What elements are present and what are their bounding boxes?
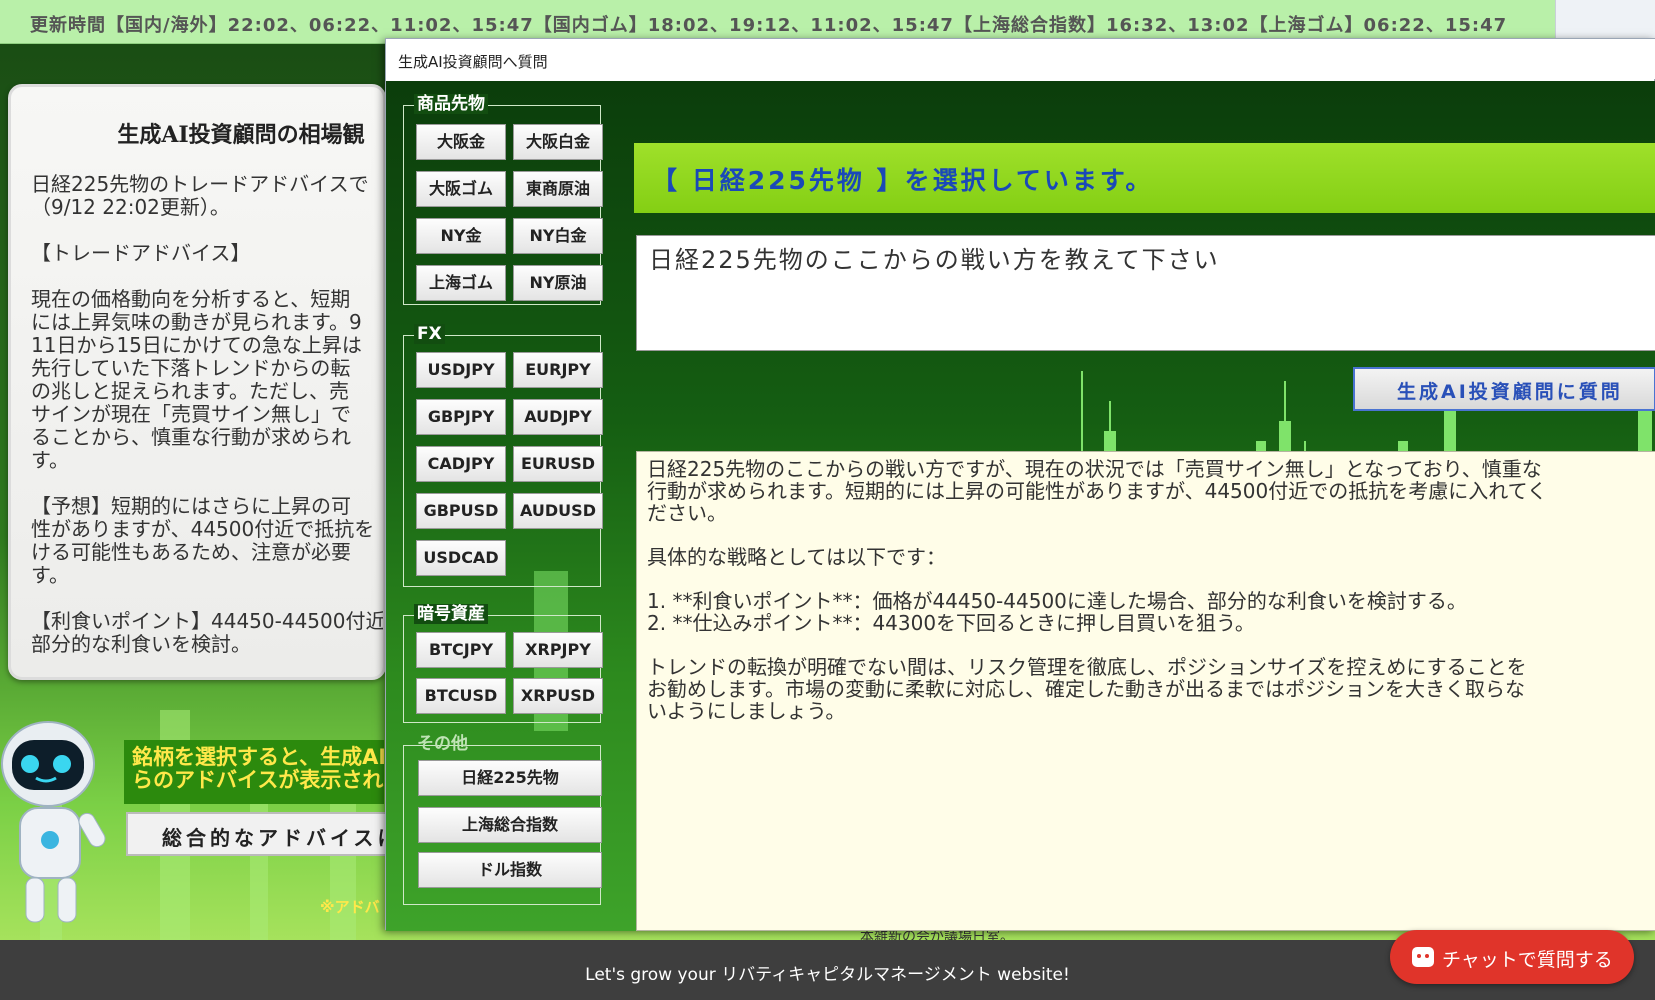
market-view-body: 日経225先物のトレードアドバイスで （9/12 22:02更新）。 【トレード… (31, 172, 386, 656)
symbol-button-shanghai-rubber[interactable]: 上海ゴム (416, 265, 506, 301)
symbol-button-ny-gold[interactable]: NY金 (416, 218, 506, 254)
advice-note: ※アドバ (320, 898, 380, 916)
symbol-button-tocom-crude[interactable]: 東商原油 (513, 171, 603, 207)
symbol-button-xrpjpy[interactable]: XRPJPY (513, 632, 603, 668)
symbol-button-xrpusd[interactable]: XRPUSD (513, 678, 603, 714)
symbol-button-usdcad[interactable]: USDCAD (416, 540, 506, 576)
symbol-button-usdjpy[interactable]: USDJPY (416, 352, 506, 388)
chatbot-icon (1412, 947, 1434, 967)
symbol-button-cadjpy[interactable]: CADJPY (416, 446, 506, 482)
market-view-card: 生成AI投資顧問の相場観 日経225先物のトレードアドバイスで （9/12 22… (8, 84, 386, 680)
symbol-button-osaka-rubber[interactable]: 大阪ゴム (416, 171, 506, 207)
commodities-group: 商品先物 大阪金 大阪白金 大阪ゴム 東商原油 NY金 NY白金 上海ゴム NY… (403, 94, 603, 305)
symbol-button-gbpjpy[interactable]: GBPJPY (416, 399, 506, 435)
symbol-button-nikkei225[interactable]: 日経225先物 (418, 760, 602, 796)
symbol-button-ny-crude[interactable]: NY原油 (513, 265, 603, 301)
symbol-button-btcusd[interactable]: BTCUSD (416, 678, 506, 714)
symbol-button-audusd[interactable]: AUDUSD (513, 493, 603, 529)
crypto-group-label: 暗号資産 (414, 604, 488, 624)
fx-group: FX USDJPY EURJPY GBPJPY AUDJPY CADJPY EU… (403, 324, 603, 587)
symbol-button-audjpy[interactable]: AUDJPY (513, 399, 603, 435)
market-view-title: 生成AI投資顧問の相場観 (117, 122, 365, 148)
symbol-button-gbpusd[interactable]: GBPUSD (416, 493, 506, 529)
dialog-title: 生成AI投資顧問へ質問 (398, 53, 548, 71)
selected-symbol-text: 【 日経225先物 】を選択しています。 (652, 166, 1154, 195)
other-group: その他 日経225先物 上海総合指数 ドル指数 (403, 734, 602, 905)
symbol-button-shanghai-composite[interactable]: 上海総合指数 (418, 807, 602, 843)
select-instruction-banner: 銘柄を選択すると、生成AI らのアドバイスが表示されま (124, 740, 384, 804)
symbol-button-osaka-platinum[interactable]: 大阪白金 (513, 124, 603, 160)
ticker-text: 更新時間【国内/海外】22:02、06:22、11:02、15:47【国内ゴム】… (30, 15, 1508, 36)
symbol-button-ny-platinum[interactable]: NY白金 (513, 218, 603, 254)
chat-button-label: チャットで質問する (1442, 949, 1613, 971)
ask-ai-advisor-dialog: 生成AI投資顧問へ質問 商品先物 大阪金 大阪白金 大阪ゴム 東商原油 NY金 … (385, 38, 1655, 931)
other-group-label: その他 (417, 734, 468, 754)
fx-group-label: FX (414, 324, 445, 344)
crypto-group: 暗号資産 BTCJPY XRPJPY BTCUSD XRPUSD (403, 604, 603, 723)
symbol-button-osaka-gold[interactable]: 大阪金 (416, 124, 506, 160)
dialog-body: 商品先物 大阪金 大阪白金 大阪ゴム 東商原油 NY金 NY白金 上海ゴム NY… (386, 81, 1655, 931)
symbol-button-btcjpy[interactable]: BTCJPY (416, 632, 506, 668)
dialog-titlebar[interactable]: 生成AI投資顧問へ質問 (386, 39, 1655, 79)
chat-question-button[interactable]: チャットで質問する (1390, 930, 1634, 984)
ask-ai-advisor-button[interactable]: 生成AI投資顧問に質問 (1353, 367, 1655, 411)
selected-symbol-banner: 【 日経225先物 】を選択しています。 (634, 143, 1655, 213)
robot-mascot-icon (1, 721, 106, 923)
symbol-button-dollar-index[interactable]: ドル指数 (418, 852, 602, 888)
overall-advice-button[interactable]: 総合的なアドバイスに (126, 812, 396, 856)
commodities-group-label: 商品先物 (414, 94, 488, 114)
question-input[interactable]: 日経225先物のここからの戦い方を教えて下さい (636, 235, 1655, 351)
answer-panel: 日経225先物のここからの戦い方ですが、現在の状況では「売買サイン無し」となって… (636, 451, 1655, 931)
answer-text: 日経225先物のここからの戦い方ですが、現在の状況では「売買サイン無し」となって… (647, 457, 1548, 723)
symbol-button-eurusd[interactable]: EURUSD (513, 446, 603, 482)
symbol-button-eurjpy[interactable]: EURJPY (513, 352, 603, 388)
